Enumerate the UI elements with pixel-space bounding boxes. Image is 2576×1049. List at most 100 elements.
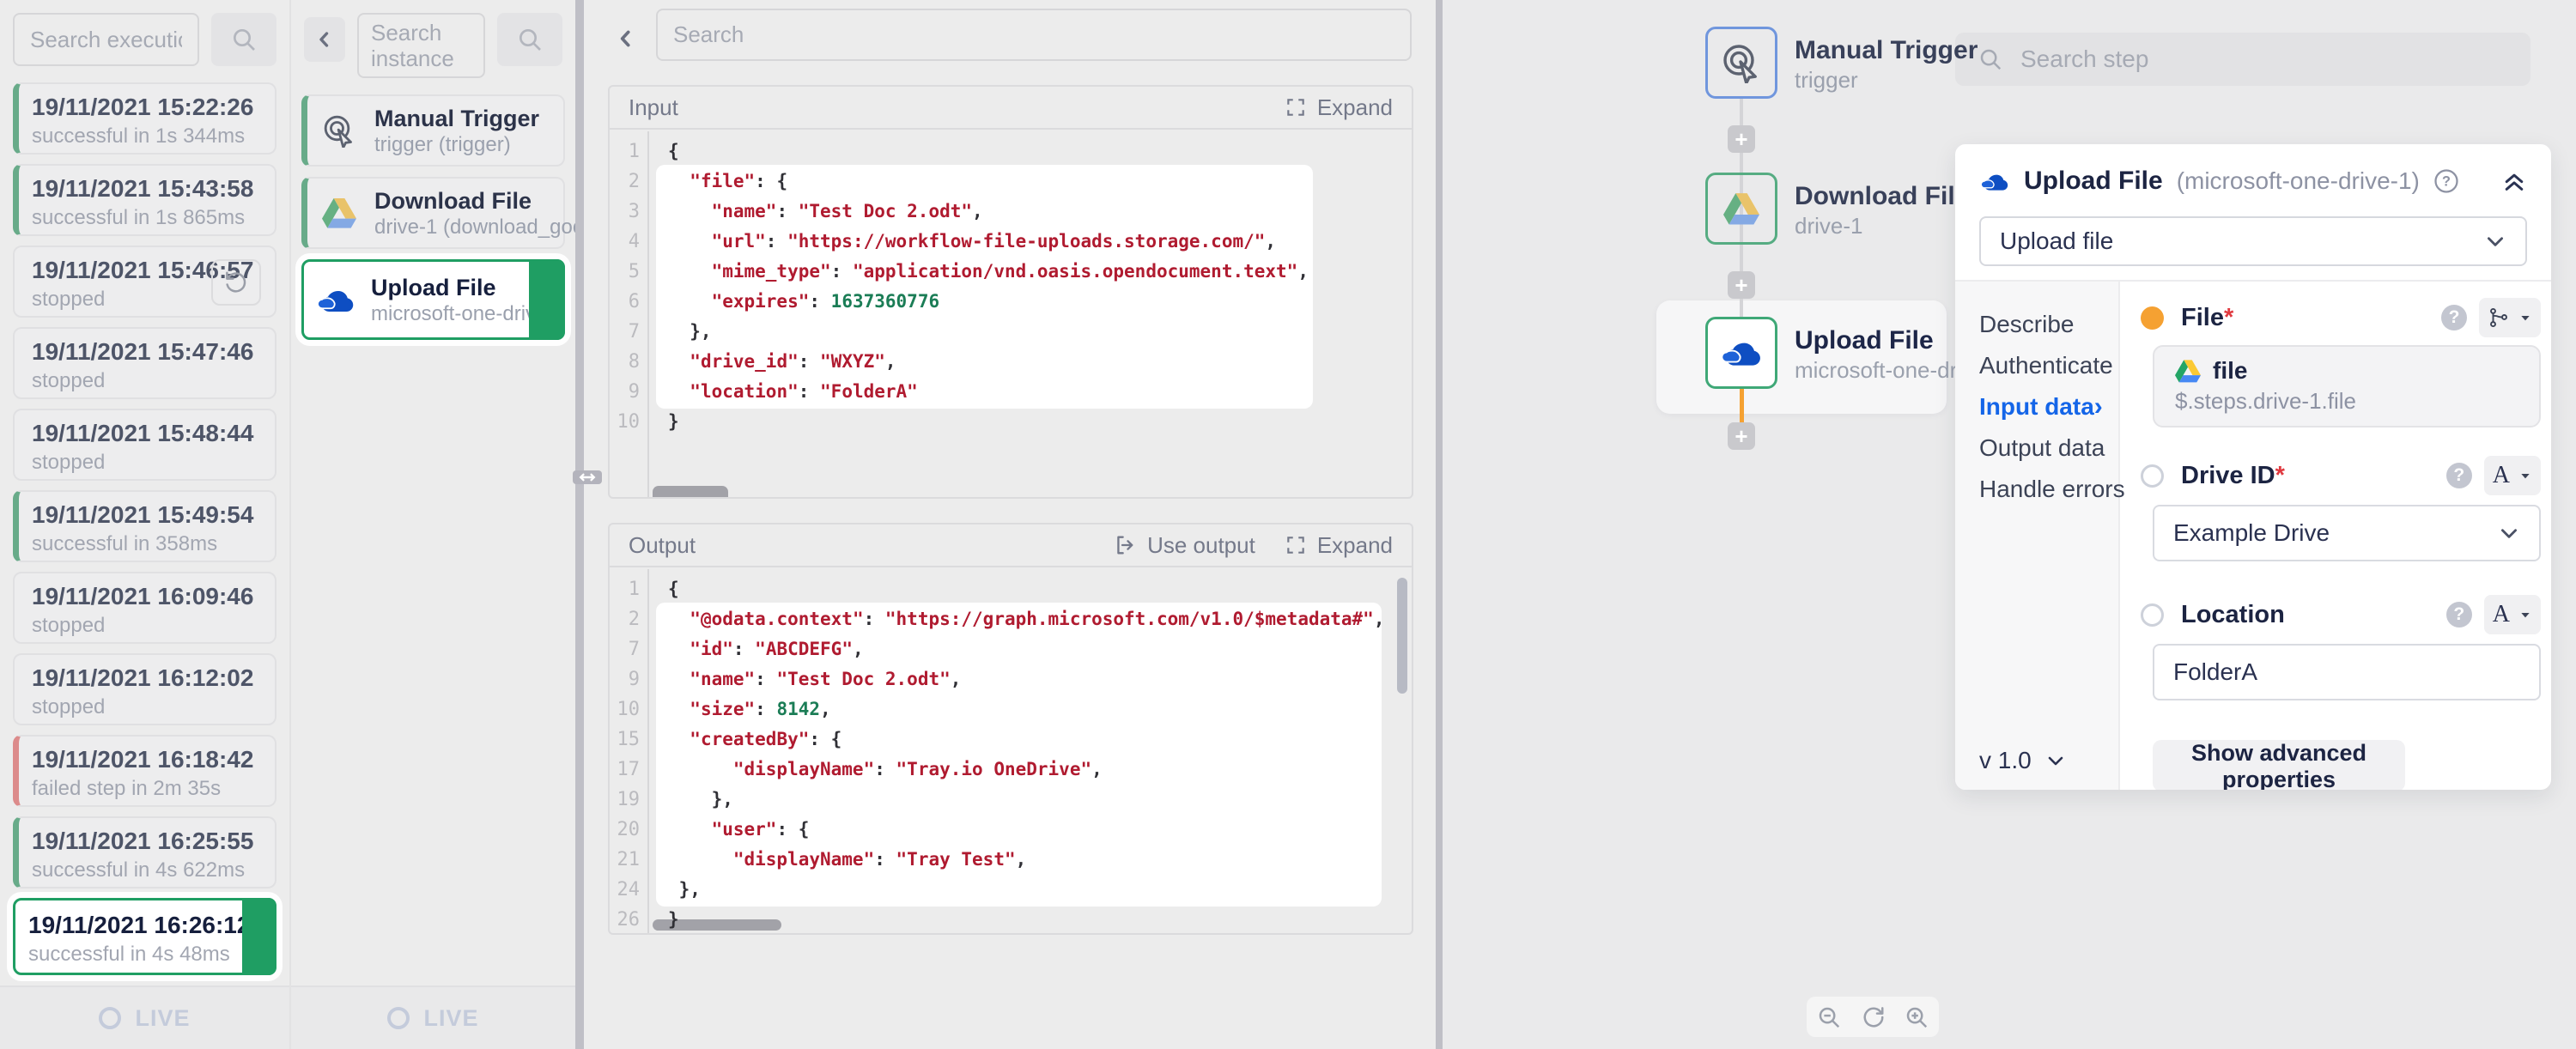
horizontal-resize-icon — [578, 472, 597, 482]
search-logs-field — [656, 9, 1412, 61]
execution-status: successful in 4s 622ms — [32, 858, 263, 883]
panel-resize-divider[interactable] — [575, 0, 584, 1049]
executions-live-toggle[interactable]: LIVE — [0, 985, 289, 1049]
execution-timestamp: 19/11/2021 16:18:42 — [32, 743, 263, 776]
code-line: "id": "ABCDEFG", — [649, 634, 1412, 664]
help-icon[interactable]: ? — [2433, 168, 2459, 194]
instance-step-item[interactable]: Download Filedrive-1 (download_goo... — [301, 177, 565, 249]
execution-item[interactable]: 19/11/2021 15:46:57stopped — [13, 246, 276, 318]
execution-item[interactable]: 19/11/2021 16:25:55successful in 4s 622m… — [13, 816, 276, 888]
search-instance-field[interactable]: Search instance — [357, 13, 485, 78]
input-log-section: Input Expand 12345678910 { "file": { "na… — [608, 85, 1413, 499]
workflow-canvas[interactable]: + + + Manual Triggertrigger Download File… — [1443, 0, 2576, 1049]
execution-item[interactable]: 19/11/2021 16:09:46stopped — [13, 572, 276, 644]
file-mapping-card[interactable]: file $.steps.drive-1.file — [2153, 345, 2541, 427]
text-type-selector-button[interactable]: A — [2484, 456, 2541, 495]
reset-zoom-icon[interactable] — [1860, 1004, 1886, 1030]
step-title: Manual Trigger — [374, 104, 539, 133]
execution-status: stopped — [32, 368, 263, 394]
execution-item[interactable]: 19/11/2021 16:18:42failed step in 2m 35s — [13, 735, 276, 807]
drive-id-select[interactable]: Example Drive — [2153, 505, 2541, 561]
execution-item[interactable]: 19/11/2021 15:48:44stopped — [13, 409, 276, 481]
field-type-radio[interactable] — [2141, 464, 2164, 488]
execution-item[interactable]: 19/11/2021 15:47:46stopped — [13, 327, 276, 399]
search-step-input[interactable] — [2020, 45, 2508, 73]
input-json-viewer[interactable]: 12345678910 { "file": { "name": "Test Do… — [610, 131, 1412, 497]
properties-tab-describe[interactable]: Describe — [1955, 304, 2118, 345]
caret-down-icon — [2518, 311, 2532, 324]
show-advanced-properties-button[interactable]: Show advanced properties — [2153, 740, 2405, 790]
panel-resize-handle[interactable] — [573, 470, 602, 484]
zoom-out-icon[interactable] — [1816, 1004, 1842, 1030]
file-field-label: File* — [2181, 304, 2233, 332]
search-instance-button[interactable] — [497, 13, 562, 66]
horizontal-scrollbar[interactable] — [653, 486, 728, 497]
field-help-icon[interactable]: ? — [2446, 463, 2472, 488]
chevron-down-icon — [2484, 230, 2506, 252]
file-mapping-selector-button[interactable] — [2479, 298, 2541, 337]
steps-live-toggle[interactable]: LIVE — [291, 985, 575, 1049]
rerun-execution-button[interactable] — [211, 259, 261, 306]
line-number: 1 — [610, 574, 640, 604]
use-output-button[interactable]: Use output — [1113, 532, 1255, 559]
properties-body: DescribeAuthenticateInput data›Output da… — [1955, 280, 2551, 790]
google-drive-icon — [2175, 360, 2201, 383]
workflow-node[interactable]: Manual Triggertrigger — [1705, 27, 1978, 99]
code-line: "expires": 1637360776 — [649, 287, 1412, 317]
workflow-node[interactable]: Download Filedrive-1 — [1705, 173, 1969, 245]
properties-tab-output-data[interactable]: Output data — [1955, 427, 2118, 469]
properties-tab-authenticate[interactable]: Authenticate — [1955, 345, 2118, 386]
expand-icon — [1285, 534, 1307, 556]
node-subtitle: trigger — [1795, 66, 1978, 94]
location-input[interactable] — [2173, 658, 2520, 686]
step-subtitle: drive-1 (download_goo... — [374, 215, 575, 240]
location-field-label: Location — [2181, 601, 2285, 629]
connector-version-select[interactable]: v 1.0 — [1979, 747, 2066, 774]
zoom-in-icon[interactable] — [1904, 1004, 1929, 1030]
field-help-icon[interactable]: ? — [2446, 602, 2472, 628]
execution-item[interactable]: 19/11/2021 16:12:02stopped — [13, 653, 276, 725]
collapse-steps-panel-button[interactable] — [304, 17, 345, 62]
execution-status: stopped — [32, 694, 263, 720]
step-title: Upload File — [2024, 167, 2163, 196]
expand-input-button[interactable]: Expand — [1285, 94, 1393, 121]
properties-tab-handle-errors[interactable]: Handle errors — [1955, 469, 2118, 510]
field-help-icon[interactable]: ? — [2441, 305, 2467, 330]
node-title: Manual Trigger — [1795, 35, 1978, 66]
live-label: LIVE — [423, 1005, 478, 1032]
execution-timestamp: 19/11/2021 16:26:12 — [28, 909, 262, 942]
expand-output-button[interactable]: Expand — [1285, 532, 1393, 559]
mapped-property-name: file — [2213, 357, 2247, 385]
execution-item[interactable]: 19/11/2021 15:49:54successful in 358ms — [13, 490, 276, 562]
text-type-selector-button[interactable]: A — [2484, 595, 2541, 634]
add-step-button[interactable]: + — [1728, 271, 1755, 299]
code-line: "user": { — [649, 815, 1412, 845]
collapse-logs-panel-button[interactable] — [615, 27, 637, 50]
add-step-button[interactable]: + — [1728, 422, 1755, 450]
properties-tab-input-data[interactable]: Input data› — [1955, 386, 2118, 427]
execution-item[interactable]: 19/11/2021 16:26:12successful in 4s 48ms — [13, 898, 276, 975]
output-json-viewer[interactable]: 12791015171920212426 { "@odata.context":… — [610, 569, 1412, 933]
search-executions-button[interactable] — [211, 13, 276, 66]
code-line: "@odata.context": "https://graph.microso… — [649, 604, 1412, 634]
add-step-button[interactable]: + — [1728, 125, 1755, 153]
onedrive-icon — [1705, 317, 1777, 389]
search-logs-input[interactable] — [673, 21, 1394, 48]
execution-item[interactable]: 19/11/2021 15:22:26successful in 1s 344m… — [13, 82, 276, 155]
drive-id-field-row: Drive ID* ? A — [2141, 455, 2541, 496]
code-line: }, — [649, 875, 1412, 905]
field-type-radio[interactable] — [2141, 603, 2164, 627]
code-line: }, — [649, 785, 1412, 815]
instance-step-item[interactable]: Upload Filemicrosoft-one-drive... — [301, 259, 565, 340]
execution-status: successful in 358ms — [32, 531, 263, 557]
execution-timestamp: 19/11/2021 16:12:02 — [32, 662, 263, 694]
properties-header: Upload File (microsoft-one-drive-1) ? — [1955, 144, 2551, 196]
search-executions-input[interactable] — [30, 27, 182, 53]
execution-item[interactable]: 19/11/2021 15:43:58successful in 1s 865m… — [13, 164, 276, 236]
required-asterisk: * — [2275, 462, 2285, 489]
line-number: 2 — [610, 604, 640, 634]
instance-step-item[interactable]: Manual Triggertrigger (trigger) — [301, 94, 565, 167]
operation-select[interactable]: Upload file — [1979, 216, 2527, 266]
svg-text:?: ? — [2442, 174, 2451, 190]
collapse-properties-button[interactable] — [2501, 168, 2527, 194]
